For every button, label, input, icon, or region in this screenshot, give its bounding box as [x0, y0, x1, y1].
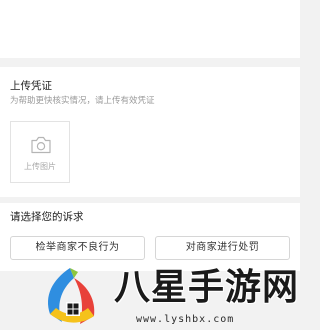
- watermark-title: 八星手游网: [114, 267, 300, 308]
- complaint-title: 请选择您的诉求: [10, 211, 84, 223]
- watermark-url: www.lyshbx.com: [136, 314, 235, 325]
- upload-proof-hint: 为帮助更快核实情况，请上传有效凭证: [10, 96, 155, 106]
- penalize-merchant-button[interactable]: 对商家进行处罚: [155, 236, 290, 260]
- watermark: 八星手游网 www.lyshbx.com: [40, 262, 300, 330]
- complaint-section: 请选择您的诉求 检举商家不良行为 对商家进行处罚: [0, 203, 300, 271]
- upload-image-label: 上传图片: [24, 162, 56, 171]
- upload-image-button[interactable]: 上传图片: [10, 121, 70, 183]
- upload-proof-section: 上传凭证 为帮助更快核实情况，请上传有效凭证 上传图片: [0, 67, 300, 197]
- camera-icon: [31, 136, 51, 154]
- report-merchant-button[interactable]: 检举商家不良行为: [10, 236, 145, 260]
- top-section: [0, 0, 300, 58]
- upload-proof-title: 上传凭证: [10, 80, 52, 92]
- house-logo-icon: [48, 268, 95, 324]
